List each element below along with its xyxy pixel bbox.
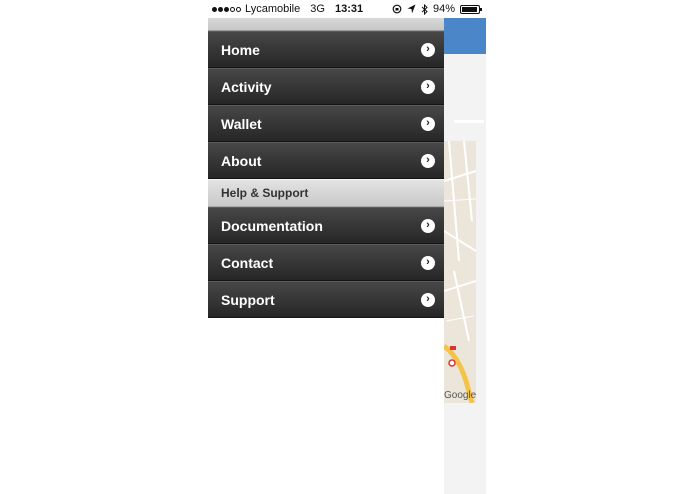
signal-dot <box>236 6 241 12</box>
menu-item-label: Support <box>221 291 275 308</box>
status-left: Lycamobile 3G <box>212 3 325 15</box>
battery-level <box>462 6 478 12</box>
menu-item-label: Contact <box>221 254 274 271</box>
signal-strength-icon <box>212 6 241 12</box>
chevron-right-icon: › <box>421 255 435 270</box>
signal-dot <box>212 6 217 12</box>
menu-item-label: About <box>221 152 262 169</box>
map-view[interactable] <box>444 141 476 403</box>
menu-item-support[interactable]: Support › <box>208 281 444 318</box>
network-type: 3G <box>310 3 325 15</box>
menu-item-label: Documentation <box>221 217 323 234</box>
menu-item-label: Home <box>221 41 260 58</box>
map-roads <box>444 141 476 403</box>
location-arrow-icon <box>407 4 416 14</box>
menu-item-about[interactable]: About › <box>208 142 444 179</box>
status-bar: Lycamobile 3G 13:31 94% <box>208 0 486 18</box>
chevron-right-icon: › <box>421 116 435 131</box>
battery-percent: 94% <box>432 3 455 15</box>
chevron-right-icon: › <box>421 218 435 233</box>
chevron-right-icon: › <box>421 79 435 94</box>
menu-item-label: Activity <box>221 78 272 95</box>
chevron-right-icon: › <box>421 292 435 307</box>
section-header-help-support: Help & Support <box>208 179 444 207</box>
status-right: 94% <box>392 3 482 15</box>
background-divider <box>454 120 484 123</box>
menu-item-wallet[interactable]: Wallet › <box>208 105 444 142</box>
signal-dot <box>218 6 223 12</box>
drawer-top-bar <box>208 18 444 31</box>
signal-dot <box>224 6 229 12</box>
chevron-right-icon: › <box>421 42 435 57</box>
menu-item-label: Wallet <box>221 115 262 132</box>
status-time: 13:31 <box>335 3 364 15</box>
navigation-drawer: Home › Activity › Wallet › About › Help … <box>208 18 444 318</box>
menu-item-home[interactable]: Home › <box>208 31 444 68</box>
background-app <box>444 18 486 494</box>
menu-item-contact[interactable]: Contact › <box>208 244 444 281</box>
background-header <box>444 18 486 54</box>
chevron-right-icon: › <box>421 153 435 168</box>
menu-item-documentation[interactable]: Documentation › <box>208 207 444 244</box>
menu-item-activity[interactable]: Activity › <box>208 68 444 105</box>
carrier-name: Lycamobile <box>245 3 301 15</box>
battery-icon <box>460 4 482 14</box>
signal-dot <box>230 6 235 12</box>
bluetooth-icon <box>421 3 428 15</box>
map-attribution: Google <box>444 390 477 401</box>
orientation-lock-icon <box>392 4 402 14</box>
